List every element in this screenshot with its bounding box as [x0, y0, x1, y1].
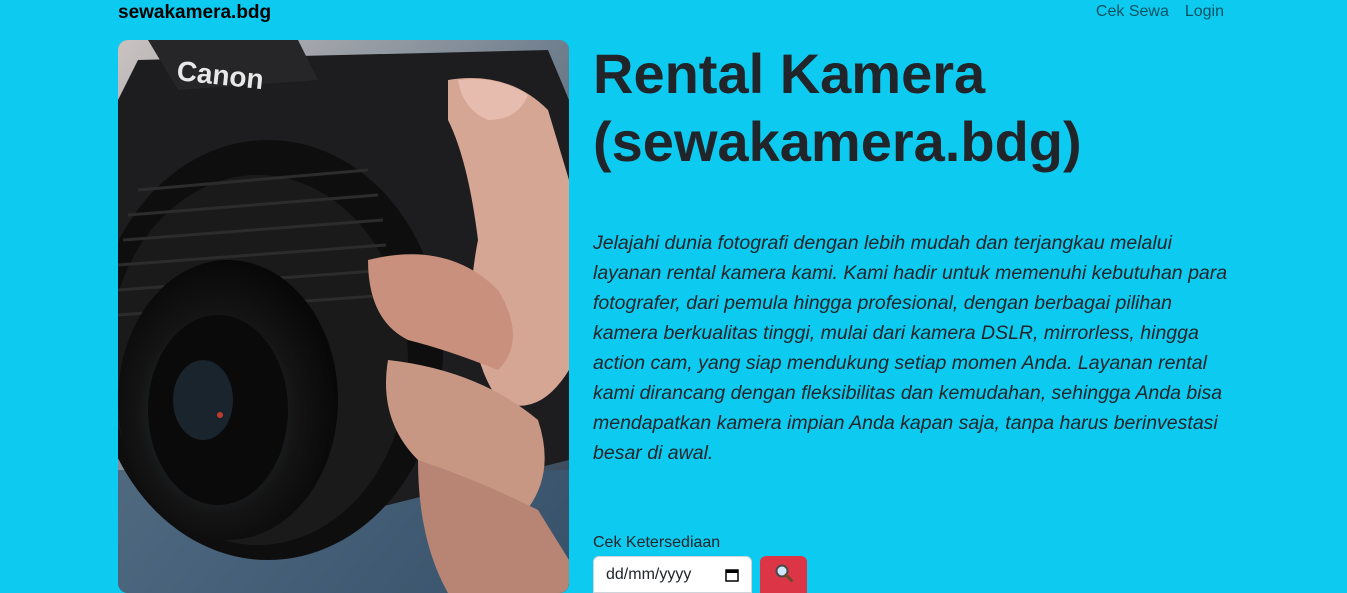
- search-button[interactable]: [760, 556, 807, 593]
- hero-camera-image: Canon: [118, 40, 569, 593]
- nav-link-cek-sewa[interactable]: Cek Sewa: [1096, 3, 1169, 21]
- availability-label: Cek Ketersediaan: [593, 534, 721, 551]
- hero-description: Jelajahi dunia fotografi dengan lebih mu…: [593, 232, 1228, 464]
- date-input-placeholder: dd/mm/yyyy: [606, 565, 692, 583]
- page-title: Rental Kamera (sewakamera.bdg): [593, 42, 1082, 173]
- nav-links: Cek Sewa Login: [1096, 3, 1224, 21]
- brand-link[interactable]: sewakamera.bdg: [118, 2, 271, 24]
- navbar: sewakamera.bdg Cek Sewa Login: [0, 0, 1347, 24]
- date-input[interactable]: dd/mm/yyyy: [593, 556, 752, 593]
- search-icon: [774, 563, 794, 586]
- nav-link-login[interactable]: Login: [1185, 3, 1224, 21]
- calendar-icon[interactable]: [725, 568, 739, 582]
